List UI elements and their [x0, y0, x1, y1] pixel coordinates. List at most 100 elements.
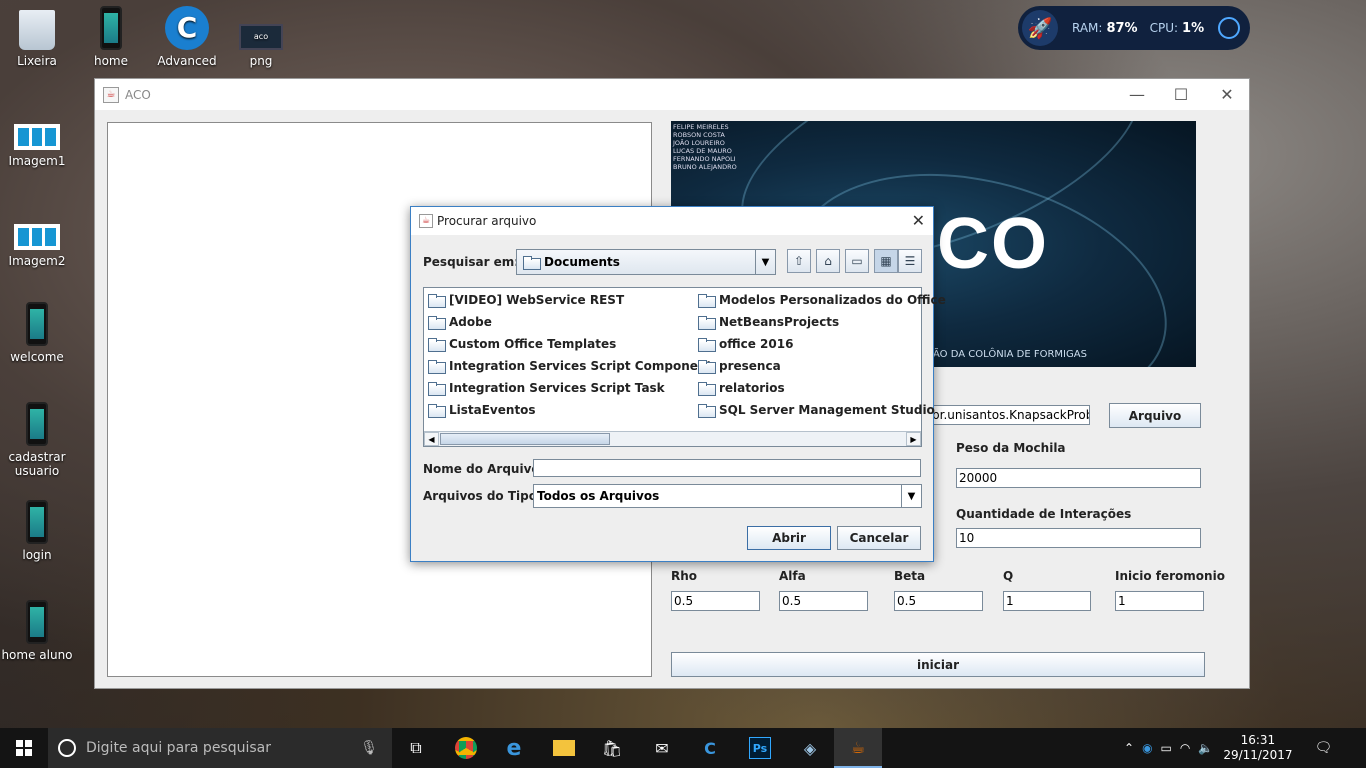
- store-icon[interactable]: 🛍: [588, 728, 636, 768]
- desktop-icon-label: home aluno: [1, 648, 73, 662]
- desktop-icon-imagem1[interactable]: Imagem1: [0, 124, 74, 168]
- beta-label: Beta: [894, 569, 926, 583]
- virtualbox-icon[interactable]: ◈: [786, 728, 834, 768]
- taskbar-search[interactable]: Digite aqui para pesquisar 🎙: [48, 728, 392, 768]
- q-field[interactable]: 1: [1003, 591, 1091, 611]
- chevron-down-icon: ▼: [901, 485, 921, 507]
- desktop-icon-advanced[interactable]: C Advanced Syst...: [150, 6, 224, 68]
- banner-subtitle: ÃO DA COLÔNIA DE FORMIGAS: [933, 349, 1087, 360]
- beta-field[interactable]: 0.5: [894, 591, 983, 611]
- home-icon[interactable]: ⌂: [816, 249, 840, 273]
- notifications-icon[interactable]: 🗨: [1315, 740, 1333, 756]
- up-one-level-icon[interactable]: ⇧: [787, 249, 811, 273]
- scroll-left-icon[interactable]: ◀: [424, 432, 439, 446]
- inicio-feromonio-field[interactable]: 1: [1115, 591, 1204, 611]
- mail-icon[interactable]: ✉: [638, 728, 686, 768]
- folder-icon: [428, 382, 446, 396]
- clock-time: 16:31: [1240, 733, 1276, 747]
- chevron-up-icon[interactable]: ⌃: [1124, 741, 1134, 755]
- alfa-field[interactable]: 0.5: [779, 591, 868, 611]
- system-monitor-widget[interactable]: 🚀 RAM: 87% CPU: 1%: [1018, 6, 1250, 50]
- list-item[interactable]: Integration Services Script Component: [428, 359, 712, 374]
- list-item[interactable]: relatorios: [698, 381, 785, 396]
- cpu-label: CPU:: [1149, 21, 1179, 35]
- rho-field[interactable]: 0.5: [671, 591, 760, 611]
- dialog-close-icon[interactable]: ✕: [912, 211, 925, 230]
- java-app-icon[interactable]: ☕: [834, 728, 882, 768]
- microphone-icon[interactable]: 🎙: [360, 740, 378, 756]
- java-icon: ☕: [419, 214, 433, 228]
- folder-icon: [428, 360, 446, 374]
- desktop-icon-lixeira[interactable]: Lixeira: [0, 8, 74, 68]
- desktop-icon-label: png: [249, 54, 273, 68]
- maximize-button[interactable]: ☐: [1158, 79, 1204, 110]
- filetype-combo[interactable]: Todos os Arquivos ▼: [533, 484, 922, 508]
- cancel-button[interactable]: Cancelar: [837, 526, 921, 550]
- chrome-icon[interactable]: [442, 728, 490, 768]
- close-button[interactable]: ✕: [1204, 79, 1250, 110]
- open-button[interactable]: Abrir: [747, 526, 831, 550]
- clock[interactable]: 16:31 29/11/2017: [1223, 733, 1292, 763]
- photoshop-icon[interactable]: Ps: [736, 728, 784, 768]
- volume-icon[interactable]: 🔈: [1198, 741, 1213, 755]
- gauge-icon: [1218, 17, 1241, 39]
- desktop-icon-welcome[interactable]: welcome: [0, 302, 74, 364]
- folder-icon: [428, 404, 446, 418]
- list-item[interactable]: [VIDEO] WebService REST: [428, 293, 624, 308]
- edge-icon[interactable]: e: [490, 728, 538, 768]
- scroll-right-icon[interactable]: ▶: [906, 432, 921, 446]
- list-item[interactable]: presenca: [698, 359, 781, 374]
- wifi-icon[interactable]: ◠: [1180, 741, 1190, 755]
- dialog-titlebar[interactable]: ☕ Procurar arquivo ✕: [411, 207, 933, 235]
- minimize-button[interactable]: —: [1114, 79, 1160, 110]
- scrollbar-thumb[interactable]: [440, 433, 610, 445]
- list-item[interactable]: SQL Server Management Studio: [698, 403, 935, 418]
- battery-icon[interactable]: ▭: [1161, 741, 1172, 755]
- list-item[interactable]: ListaEventos: [428, 403, 536, 418]
- windows-icon: [16, 740, 32, 756]
- interacoes-field[interactable]: 10: [956, 528, 1201, 548]
- list-item[interactable]: office 2016: [698, 337, 793, 352]
- class-path-field[interactable]: br.unisantos.KnapsackProbl: [929, 405, 1090, 425]
- look-in-combo[interactable]: Documents ▼: [516, 249, 776, 275]
- peso-field[interactable]: 20000: [956, 468, 1201, 488]
- desktop-icon-cadastrar[interactable]: cadastrar usuario: [0, 402, 74, 478]
- desktop-icon-home-aluno[interactable]: home aluno: [0, 600, 74, 662]
- search-placeholder: Digite aqui para pesquisar: [86, 740, 272, 756]
- desktop-icon-login[interactable]: login: [0, 500, 74, 562]
- desktop-icon-home-pr[interactable]: home pr...: [74, 6, 148, 68]
- new-folder-icon[interactable]: ▭: [845, 249, 869, 273]
- file-list[interactable]: [VIDEO] WebService REST Adobe Custom Off…: [423, 287, 946, 447]
- list-view-icon[interactable]: ▦: [874, 249, 898, 273]
- list-item[interactable]: Modelos Personalizados do Office: [698, 293, 946, 308]
- horizontal-scrollbar[interactable]: ◀ ▶: [424, 431, 921, 446]
- filename-field[interactable]: [533, 459, 921, 477]
- recycle-bin-icon: [19, 10, 55, 50]
- task-view-icon[interactable]: ⧉: [392, 728, 440, 768]
- folder-icon: [698, 382, 716, 396]
- aco-titlebar[interactable]: ☕ ACO — ☐ ✕: [95, 79, 1249, 110]
- list-item[interactable]: Adobe: [428, 315, 492, 330]
- details-view-icon[interactable]: ☰: [898, 249, 922, 273]
- desktop-icon-png[interactable]: aco png: [224, 24, 298, 68]
- window-title: ACO: [125, 87, 151, 102]
- iniciar-button[interactable]: iniciar: [671, 652, 1205, 677]
- interacoes-label: Quantidade de Interações: [956, 507, 1132, 521]
- authors-list: FELIPE MEIRELES ROBSON COSTA JOÃO LOUREI…: [673, 123, 737, 171]
- start-button[interactable]: [0, 728, 48, 768]
- file-explorer-icon[interactable]: [540, 728, 588, 768]
- list-item[interactable]: NetBeansProjects: [698, 315, 839, 330]
- advanced-systemcare-tray-icon[interactable]: ◉: [1142, 741, 1152, 755]
- folder-icon: [428, 338, 446, 352]
- arquivo-button[interactable]: Arquivo: [1109, 403, 1201, 428]
- phone-icon: [26, 500, 48, 544]
- filetype-value: Todos os Arquivos: [537, 489, 660, 503]
- desktop-icon-imagem2[interactable]: Imagem2: [0, 224, 74, 268]
- advanced-systemcare-icon[interactable]: C: [686, 728, 734, 768]
- filename-label: Nome do Arquivo:: [423, 462, 545, 476]
- inicio-feromonio-label: Inicio feromonio: [1115, 569, 1225, 583]
- folder-icon: [698, 316, 716, 330]
- list-item[interactable]: Integration Services Script Task: [428, 381, 665, 396]
- desktop-icon-label: cadastrar usuario: [8, 450, 66, 478]
- list-item[interactable]: Custom Office Templates: [428, 337, 616, 352]
